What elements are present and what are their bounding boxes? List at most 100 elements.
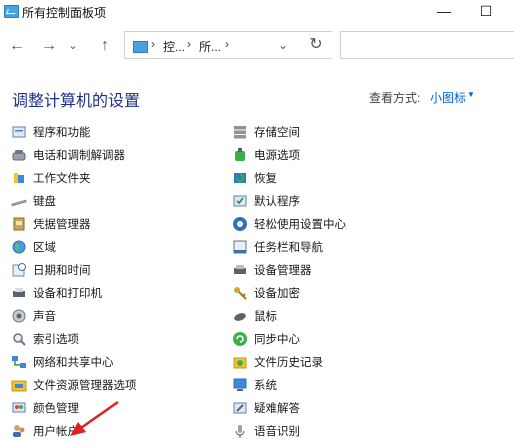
item-label: 颜色管理 — [33, 403, 79, 415]
item-label: 默认程序 — [254, 196, 300, 208]
page-title: 调整计算机的设置 — [12, 93, 141, 110]
indexing-options-icon — [11, 331, 27, 347]
breadcrumb-control-panel[interactable]: 控... — [163, 38, 185, 55]
ease-of-access-icon — [232, 216, 248, 232]
breadcrumb-separator: › — [225, 37, 229, 51]
recent-locations-button[interactable]: ⌄ — [62, 36, 84, 56]
item-label: 恢复 — [254, 173, 277, 185]
default-programs-icon — [232, 193, 248, 209]
item-color-management[interactable]: 颜色管理 — [11, 397, 79, 419]
view-by-dropdown[interactable]: 小图标 — [430, 89, 466, 106]
work-folders-icon — [11, 170, 27, 186]
minimize-button[interactable]: — — [424, 0, 464, 24]
up-button[interactable]: ↑ — [94, 36, 116, 56]
item-devices-printers[interactable]: 设备和打印机 — [11, 282, 102, 304]
credential-manager-icon — [11, 216, 27, 232]
file-explorer-options-icon — [11, 377, 27, 393]
keyboard-icon — [11, 193, 27, 209]
item-label: 凭据管理器 — [33, 219, 91, 231]
navigation-bar: ← → ⌄ ↑ › 控... › 所... › ⌄ ↻ — [0, 28, 514, 64]
breadcrumb-separator: › — [187, 37, 191, 51]
refresh-button[interactable]: ↻ — [302, 31, 330, 59]
devices-printers-icon — [11, 285, 27, 301]
item-label: 存储空间 — [254, 127, 300, 139]
device-manager-icon — [232, 262, 248, 278]
power-options-icon — [232, 147, 248, 163]
item-storage-spaces[interactable]: 存储空间 — [232, 121, 300, 143]
item-label: 键盘 — [33, 196, 56, 208]
item-recovery[interactable]: 恢复 — [232, 167, 277, 189]
item-device-encryption[interactable]: 设备加密 — [232, 282, 300, 304]
item-network-sharing[interactable]: 网络和共享中心 — [11, 351, 114, 373]
item-label: 任务栏和导航 — [254, 242, 323, 254]
item-label: 文件历史记录 — [254, 357, 323, 369]
date-time-icon — [11, 262, 27, 278]
item-default-programs[interactable]: 默认程序 — [232, 190, 300, 212]
view-by-caret-icon[interactable]: ▼ — [467, 90, 475, 99]
item-device-manager[interactable]: 设备管理器 — [232, 259, 312, 281]
color-management-icon — [11, 400, 27, 416]
item-label: 设备加密 — [254, 288, 300, 300]
speech-recognition-icon — [232, 423, 248, 439]
item-label: 区域 — [33, 242, 56, 254]
address-dropdown-button[interactable]: ⌄ — [271, 31, 295, 59]
troubleshooting-icon — [232, 400, 248, 416]
item-label: 轻松使用设置中心 — [254, 219, 346, 231]
control-panel-icon — [133, 41, 148, 53]
item-credential-manager[interactable]: 凭据管理器 — [11, 213, 91, 235]
sound-icon — [11, 308, 27, 324]
item-keyboard[interactable]: 键盘 — [11, 190, 56, 212]
item-user-accounts[interactable]: 用户帐户 — [11, 420, 79, 442]
item-label: 声音 — [33, 311, 56, 323]
item-programs-features[interactable]: 程序和功能 — [11, 121, 91, 143]
item-work-folders[interactable]: 工作文件夹 — [11, 167, 91, 189]
item-troubleshooting[interactable]: 疑难解答 — [232, 397, 300, 419]
storage-spaces-icon — [232, 124, 248, 140]
breadcrumb-separator: › — [151, 37, 155, 51]
item-taskbar-navigation[interactable]: 任务栏和导航 — [232, 236, 323, 258]
search-input[interactable] — [340, 31, 514, 59]
item-power-options[interactable]: 电源选项 — [232, 144, 300, 166]
maximize-button[interactable]: ☐ — [466, 0, 506, 24]
sync-center-icon — [232, 331, 248, 347]
item-sync-center[interactable]: 同步中心 — [232, 328, 300, 350]
item-label: 工作文件夹 — [33, 173, 91, 185]
item-mouse[interactable]: 鼠标 — [232, 305, 277, 327]
item-phone-modem[interactable]: 电话和调制解调器 — [11, 144, 125, 166]
item-label: 系统 — [254, 380, 277, 392]
device-encryption-icon — [232, 285, 248, 301]
item-speech-recognition[interactable]: 语音识别 — [232, 420, 300, 442]
item-region[interactable]: 区域 — [11, 236, 56, 258]
mouse-icon — [232, 308, 248, 324]
forward-button[interactable]: → — [38, 36, 60, 56]
control-panel-items: 程序和功能 电话和调制解调器 工作文件夹 键盘 凭据管理器 区域 日期和时间 设… — [0, 120, 514, 444]
item-label: 鼠标 — [254, 311, 277, 323]
user-accounts-icon — [11, 423, 27, 439]
view-by-label: 查看方式: — [369, 91, 421, 105]
system-icon — [232, 377, 248, 393]
item-label: 同步中心 — [254, 334, 300, 346]
region-icon — [11, 239, 27, 255]
taskbar-navigation-icon — [232, 239, 248, 255]
item-label: 电话和调制解调器 — [33, 150, 125, 162]
item-system[interactable]: 系统 — [232, 374, 277, 396]
breadcrumb-all-items[interactable]: 所... — [199, 38, 221, 55]
programs-icon — [11, 124, 27, 140]
item-sound[interactable]: 声音 — [11, 305, 56, 327]
title-bar: 所有控制面板项 — ☐ — [0, 0, 514, 24]
back-button[interactable]: ← — [6, 36, 28, 56]
item-label: 电源选项 — [254, 150, 300, 162]
item-date-time[interactable]: 日期和时间 — [11, 259, 91, 281]
file-history-icon — [232, 354, 248, 370]
item-label: 疑难解答 — [254, 403, 300, 415]
item-label: 程序和功能 — [33, 127, 91, 139]
recovery-icon — [232, 170, 248, 186]
address-bar[interactable]: › 控... › 所... › — [124, 31, 332, 59]
item-indexing-options[interactable]: 索引选项 — [11, 328, 79, 350]
network-sharing-icon — [11, 354, 27, 370]
item-file-explorer-options[interactable]: 文件资源管理器选项 — [11, 374, 137, 396]
item-file-history[interactable]: 文件历史记录 — [232, 351, 323, 373]
item-label: 索引选项 — [33, 334, 79, 346]
item-label: 网络和共享中心 — [33, 357, 114, 369]
item-ease-of-access[interactable]: 轻松使用设置中心 — [232, 213, 346, 235]
